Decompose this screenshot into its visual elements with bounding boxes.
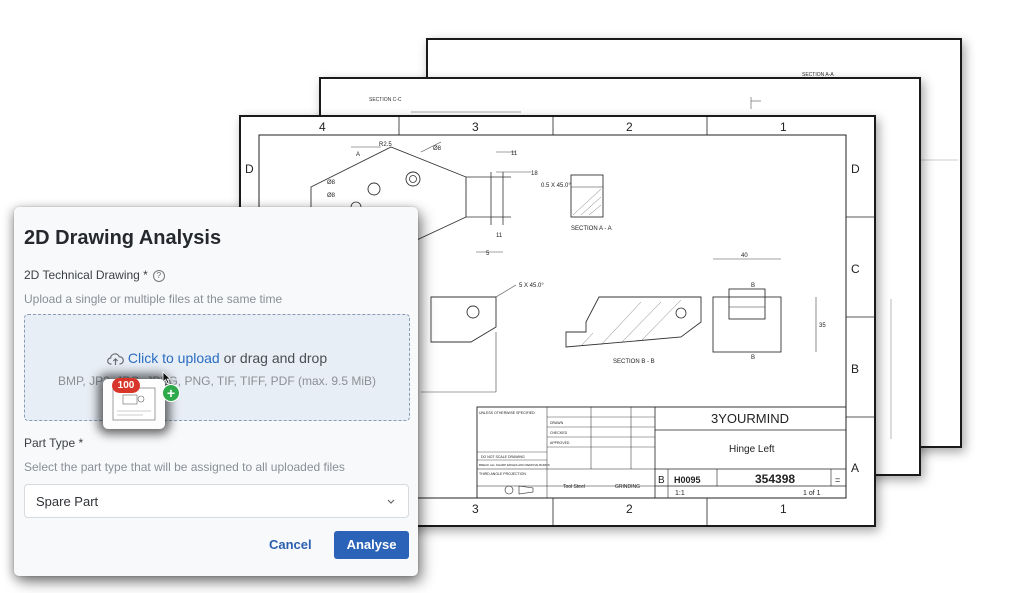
cage-code: H0095 bbox=[674, 475, 701, 485]
dwg-number: 354398 bbox=[755, 472, 795, 486]
cancel-button[interactable]: Cancel bbox=[269, 537, 312, 552]
chamfer1-label: 0.5 X 45.0° bbox=[541, 183, 571, 189]
zone-col-label: 4 bbox=[319, 120, 326, 134]
accepted-formats-text: BMP, JP2, JPG, JPEG, PNG, TIF, TIFF, PDF… bbox=[57, 374, 377, 388]
zone-col-label: 3 bbox=[472, 502, 479, 516]
zone-col-label: 3 bbox=[472, 120, 479, 134]
scale: 1:1 bbox=[675, 490, 685, 497]
drawing-field-label: 2D Technical Drawing *? bbox=[24, 268, 165, 282]
part-type-label: Part Type * bbox=[24, 436, 84, 450]
section-a-label: SECTION A - A bbox=[571, 226, 612, 232]
dim-18: 18 bbox=[531, 171, 538, 177]
drawing-analysis-dialog: 2D Drawing Analysis 2D Technical Drawing… bbox=[14, 207, 418, 576]
analyse-button[interactable]: Analyse bbox=[334, 531, 409, 559]
section-b-label: SECTION B - B bbox=[613, 359, 655, 365]
dropzone-prompt: Click to upload or drag and drop bbox=[25, 350, 409, 369]
drawing-field-hint: Upload a single or multiple files at the… bbox=[24, 292, 283, 306]
dialog-title: 2D Drawing Analysis bbox=[24, 227, 222, 249]
file-count-badge: 100 bbox=[112, 378, 140, 393]
part-name: Hinge Left bbox=[729, 444, 775, 455]
zone-row-label: D bbox=[245, 162, 254, 176]
material: Tool Steel bbox=[563, 484, 585, 490]
mouse-cursor-icon bbox=[162, 371, 172, 390]
zone-row-label: A bbox=[851, 461, 859, 475]
note-text: DRAWN bbox=[550, 421, 564, 425]
svg-text:B: B bbox=[751, 283, 755, 289]
note-text: BREAK ALL SHARP EDGES AND REMOVE BURRS bbox=[479, 463, 550, 467]
dim-40: 40 bbox=[741, 253, 748, 259]
zone-col-label: 1 bbox=[780, 120, 787, 134]
cloud-upload-icon bbox=[107, 352, 124, 369]
d8-label: Ø8 bbox=[433, 146, 442, 152]
note-text: APPROVED bbox=[550, 441, 570, 445]
zone-col-label: 2 bbox=[626, 120, 633, 134]
part-type-hint: Select the part type that will be assign… bbox=[24, 460, 345, 474]
dim-35: 35 bbox=[819, 323, 826, 329]
company-name: 3YOURMIND bbox=[711, 411, 789, 426]
sheet-number: 1 of 1 bbox=[803, 490, 821, 497]
svg-text:Ø8: Ø8 bbox=[327, 180, 336, 186]
part-type-selected-value: Spare Part bbox=[36, 494, 99, 509]
note-text: CHECKED bbox=[550, 431, 568, 435]
zone-row-label: D bbox=[851, 162, 860, 176]
click-to-upload-link[interactable]: Click to upload bbox=[128, 350, 220, 366]
part-type-select[interactable]: Spare Part bbox=[24, 484, 409, 518]
zone-col-label: 1 bbox=[780, 502, 787, 516]
zone-row-label: B bbox=[851, 362, 859, 376]
help-icon[interactable]: ? bbox=[152, 270, 165, 282]
section-label: SECTION C-C bbox=[369, 97, 402, 103]
zone-row-label: C bbox=[851, 262, 860, 276]
rev: = bbox=[835, 475, 840, 485]
chamfer2-label: 5 X 45.0° bbox=[519, 283, 544, 289]
drag-drop-text: or drag and drop bbox=[219, 350, 328, 366]
svg-text:A: A bbox=[356, 152, 360, 158]
svg-text:11: 11 bbox=[496, 233, 503, 239]
dim-11: 11 bbox=[511, 151, 518, 157]
r25-label: R2.5 bbox=[379, 142, 392, 148]
drawing-field-label-text: 2D Technical Drawing * bbox=[24, 268, 148, 282]
size-letter: B bbox=[658, 475, 665, 486]
chevron-down-icon bbox=[386, 494, 396, 512]
note-text: DO NOT SCALE DRAWING bbox=[481, 455, 525, 459]
svg-text:B: B bbox=[751, 355, 755, 361]
finish: GRINDING bbox=[615, 484, 640, 490]
note-text: THIRD ANGLE PROJECTION bbox=[479, 472, 526, 476]
svg-text:Ø8: Ø8 bbox=[327, 193, 336, 199]
zone-col-label: 2 bbox=[626, 502, 633, 516]
file-dropzone[interactable]: Click to upload or drag and drop BMP, JP… bbox=[24, 314, 410, 421]
note-text: UNLESS OTHERWISE SPECIFIED: bbox=[479, 411, 536, 415]
